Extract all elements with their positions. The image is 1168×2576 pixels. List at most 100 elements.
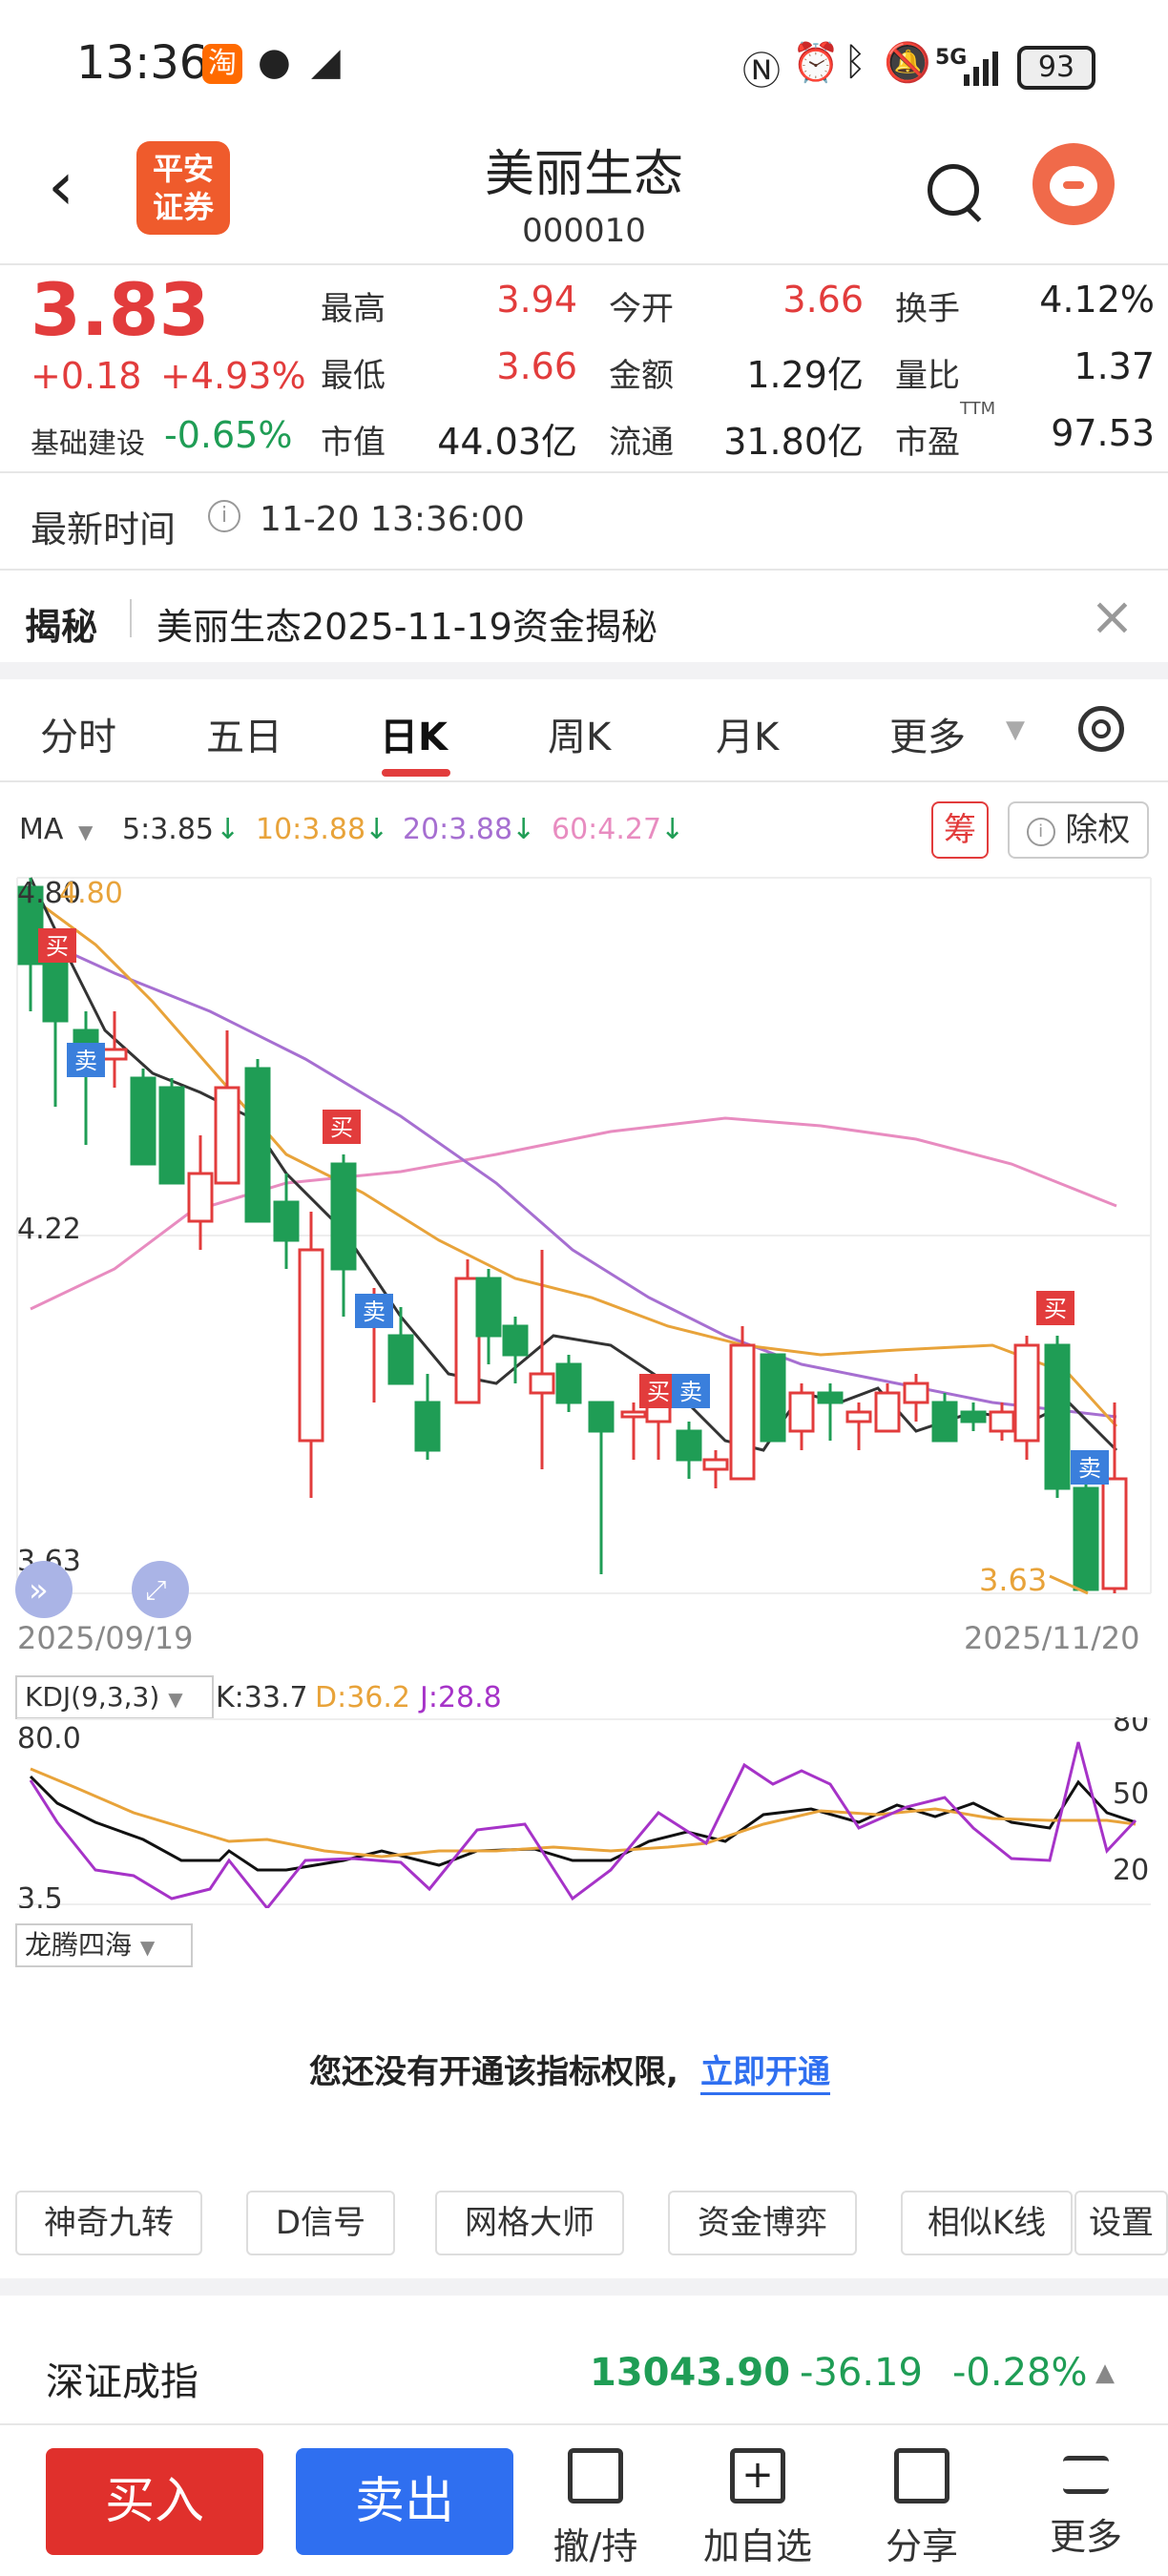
tool-grid-master[interactable]: 网格大师	[435, 2191, 624, 2255]
ma20-value: 20:3.88	[403, 813, 513, 846]
candle-body	[989, 1410, 1015, 1433]
index-name[interactable]: 深证成指	[46, 2351, 198, 2406]
start-date: 2025/09/19	[17, 1620, 193, 1651]
high-label: 4.80	[59, 877, 123, 910]
arrow-down-icon: ↓	[511, 813, 536, 846]
bluetooth-icon: ᛒ	[844, 40, 866, 84]
divider	[0, 263, 1168, 265]
candle-body	[214, 1086, 240, 1185]
tool-nine-turn[interactable]: 神奇九转	[15, 2191, 202, 2255]
kline-chart[interactable]: 买 卖 买 卖 买 卖 买 卖 4.80 4.80 4.22 3.63 3.63…	[0, 868, 1168, 1656]
current-price: 3.83	[31, 267, 210, 352]
tab-five-day[interactable]: 五日	[206, 706, 282, 761]
tool-d-signal[interactable]: D信号	[246, 2191, 395, 2255]
ttm-label: TTM	[960, 399, 996, 419]
ma10-line	[30, 895, 1118, 1428]
chevron-up-icon[interactable]: ▲	[1095, 2358, 1115, 2387]
candle-body	[931, 1401, 958, 1443]
divider	[0, 471, 1168, 473]
sector-change: -0.65%	[164, 414, 293, 456]
ex-rights-label: 除权	[1065, 811, 1131, 849]
tab-daily-k[interactable]: 日K	[380, 706, 448, 761]
candle-body	[454, 1277, 481, 1404]
chevron-down-icon: ▼	[168, 1688, 183, 1711]
value-high: 3.94	[496, 279, 577, 321]
search-icon[interactable]	[928, 164, 979, 216]
permission-notice: 您还没有开通该指标权限,	[309, 2053, 678, 2091]
update-time: 11-20 13:36:00	[260, 500, 525, 539]
activate-link[interactable]: 立即开通	[700, 2046, 830, 2095]
update-label: 最新时间	[31, 509, 177, 551]
indicator-selector[interactable]: 龙腾四海 ▼	[15, 1923, 193, 1967]
buy-button[interactable]: 买入	[46, 2448, 263, 2555]
price-change: +0.18	[31, 355, 142, 397]
candle-body	[676, 1429, 702, 1462]
label-low: 最低	[321, 357, 386, 395]
share-icon	[894, 2448, 949, 2503]
price-change-pct: +4.93%	[160, 355, 306, 397]
chevron-down-icon[interactable]: ▼	[78, 821, 93, 843]
sell-marker-label: 卖	[74, 1048, 97, 1074]
candle-body	[298, 1248, 324, 1443]
cancel-hold-icon	[568, 2448, 623, 2503]
candle-body	[330, 1162, 357, 1271]
info-icon[interactable]: i	[208, 500, 240, 532]
tool-settings[interactable]: 设置	[1074, 2191, 1168, 2255]
candle-body	[702, 1458, 729, 1471]
value-market-cap: 44.03亿	[437, 421, 577, 463]
buy-marker-label: 买	[330, 1114, 353, 1141]
status-time: 13:36	[76, 36, 209, 90]
tab-intraday[interactable]: 分时	[40, 706, 116, 761]
kdj-d: D:36.2	[315, 1681, 411, 1714]
kdj-chart[interactable]: 80.0 3.5 80 50 20	[0, 1705, 1168, 1916]
kdj-selector[interactable]: KDJ(9,3,3) ▼	[15, 1675, 214, 1719]
candle-body	[588, 1401, 615, 1433]
fullscreen-glyph: ⤢	[145, 1574, 166, 1606]
divider	[0, 569, 1168, 571]
chevron-down-icon: ▼	[139, 1936, 156, 1959]
taobao-icon: 淘	[202, 44, 242, 84]
candle-body	[273, 1200, 300, 1242]
sector-name[interactable]: 基础建设	[31, 420, 145, 462]
qq-icon: ●	[258, 40, 291, 84]
value-pe: 97.53	[1051, 412, 1155, 454]
tab-monthly-k[interactable]: 月K	[716, 706, 779, 761]
label-market-cap: 市值	[321, 424, 386, 462]
ex-rights-button[interactable]: i 除权	[1008, 801, 1149, 859]
kdj-j-line	[29, 1741, 1137, 1911]
label-turnover: 换手	[895, 290, 960, 328]
gear-icon[interactable]	[1078, 706, 1124, 752]
share-button[interactable]: 分享	[855, 2448, 989, 2569]
label-high: 最高	[321, 290, 386, 328]
candle-body	[1073, 1486, 1099, 1591]
avatar[interactable]	[1032, 143, 1115, 225]
ma-label[interactable]: MA	[19, 813, 63, 846]
sell-marker-label: 卖	[1078, 1455, 1101, 1482]
signal-5g: 5G	[935, 46, 968, 70]
tool-similar-k[interactable]: 相似K线	[901, 2191, 1073, 2255]
section-gap	[0, 2278, 1168, 2296]
tab-weekly-k[interactable]: 周K	[548, 706, 611, 761]
more-button[interactable]: 更多	[1019, 2448, 1153, 2560]
nfc-icon: Ⓝ	[742, 50, 781, 93]
section-gap	[0, 662, 1168, 679]
sell-button[interactable]: 卖出	[296, 2448, 513, 2555]
index-pct: -0.28%	[952, 2351, 1088, 2395]
kdj-right-50: 50	[1113, 1777, 1149, 1811]
candle-body	[414, 1401, 441, 1452]
add-watchlist-button[interactable]: + 加自选	[691, 2448, 824, 2569]
chevron-down-icon[interactable]: ▼	[1006, 716, 1025, 744]
candle-body	[1044, 1343, 1071, 1490]
chip-button[interactable]: 筹	[931, 801, 989, 859]
tool-fund-game[interactable]: 资金博弈	[668, 2191, 857, 2255]
tab-more[interactable]: 更多	[889, 706, 966, 761]
label-amount: 金额	[609, 357, 674, 395]
reveal-text[interactable]: 美丽生态2025-11-19资金揭秘	[156, 597, 657, 650]
index-value: 13043.90	[590, 2351, 791, 2395]
close-icon[interactable]: ×	[1090, 586, 1135, 648]
divider	[0, 780, 1168, 782]
cancel-hold-button[interactable]: 撤/持	[529, 2448, 662, 2569]
candle-body	[244, 1067, 271, 1223]
kdj-k: K:33.7	[216, 1681, 308, 1714]
stock-name: 美丽生态	[484, 146, 683, 203]
